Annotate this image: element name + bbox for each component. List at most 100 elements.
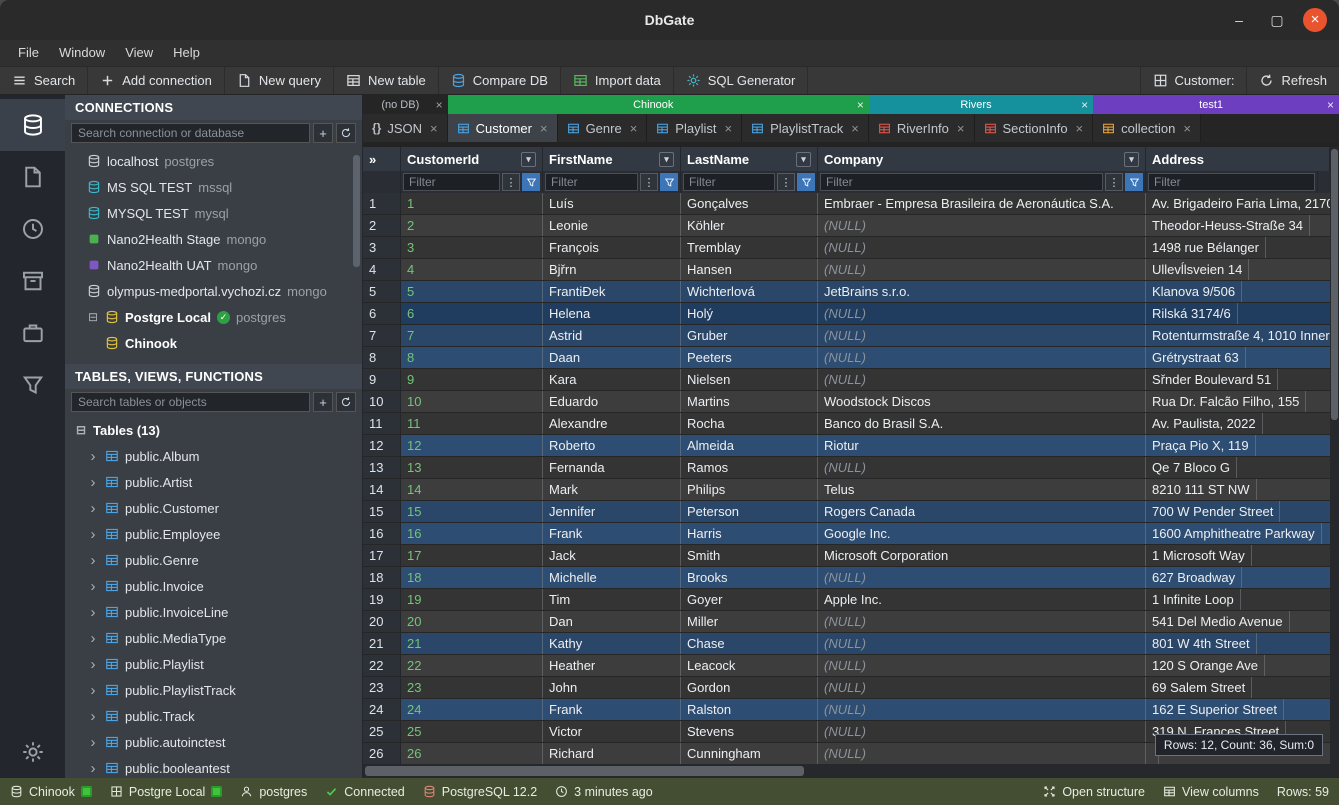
cell-lastname[interactable]: Hansen	[681, 259, 818, 280]
tab-riverinfo[interactable]: RiverInfo×	[869, 114, 975, 142]
cell-address[interactable]: Theodor-Heuss-Straße 34	[1146, 215, 1310, 236]
cell-firstname[interactable]: Mark	[543, 479, 681, 500]
collapse-icon[interactable]: ⊟	[75, 423, 87, 437]
table-row[interactable]: 22LeonieKöhler(NULL)Theodor-Heuss-Straße…	[363, 215, 1339, 237]
nav-history[interactable]	[0, 203, 65, 255]
cell-customerid[interactable]: 9	[401, 369, 543, 390]
table-row[interactable]: 2222HeatherLeacock(NULL)120 S Orange Ave	[363, 655, 1339, 677]
cell-address[interactable]: Rilská 3174/6	[1146, 303, 1238, 324]
menu-file[interactable]: File	[8, 40, 49, 66]
expand-icon[interactable]: ›	[87, 606, 99, 619]
cell-address[interactable]: 700 W Pender Street	[1146, 501, 1280, 522]
filter-funnel-button[interactable]	[1125, 173, 1143, 191]
connection-item-localhost[interactable]: localhostpostgres	[65, 148, 362, 174]
cell-customerid[interactable]: 24	[401, 699, 543, 720]
cell-address[interactable]: Qe 7 Bloco G	[1146, 457, 1237, 478]
close-tab-icon[interactable]: ×	[851, 121, 859, 136]
toolbar-compare-db[interactable]: Compare DB	[439, 67, 561, 94]
table-item-public-customer[interactable]: ›public.Customer	[65, 495, 362, 521]
cell-address[interactable]: 120 S Orange Ave	[1146, 655, 1265, 676]
close-group-icon[interactable]: ×	[436, 98, 443, 112]
close-tab-icon[interactable]: ×	[1183, 121, 1191, 136]
cell-customerid[interactable]: 3	[401, 237, 543, 258]
cell-firstname[interactable]: Astrid	[543, 325, 681, 346]
table-row[interactable]: 1212RobertoAlmeidaRioturPraça Pio X, 119	[363, 435, 1339, 457]
expand-icon[interactable]: ›	[87, 710, 99, 723]
cell-company[interactable]: (NULL)	[818, 369, 1146, 390]
cell-lastname[interactable]: Peeters	[681, 347, 818, 368]
cell-firstname[interactable]: Frank	[543, 699, 681, 720]
cell-lastname[interactable]: Gordon	[681, 677, 818, 698]
column-header-address[interactable]: Address	[1146, 147, 1330, 171]
cell-customerid[interactable]: 7	[401, 325, 543, 346]
cell-customerid[interactable]: 2	[401, 215, 543, 236]
filter-funnel-button[interactable]	[522, 173, 540, 191]
filter-menu-button[interactable]: ⋮	[502, 173, 520, 191]
cell-customerid[interactable]: 14	[401, 479, 543, 500]
cell-address[interactable]: 1600 Amphitheatre Parkway	[1146, 523, 1322, 544]
expand-icon[interactable]: ›	[87, 580, 99, 593]
tables-search-input[interactable]	[71, 392, 310, 412]
table-row[interactable]: 44BjřrnHansen(NULL)Ullevĺlsveien 14	[363, 259, 1339, 281]
cell-lastname[interactable]: Nielsen	[681, 369, 818, 390]
status-connected[interactable]: Connected	[325, 785, 404, 799]
expand-icon[interactable]: ›	[87, 554, 99, 567]
filter-input-firstname[interactable]	[545, 173, 638, 191]
table-row[interactable]: 88DaanPeeters(NULL)Grétrystraat 63	[363, 347, 1339, 369]
cell-company[interactable]: (NULL)	[818, 215, 1146, 236]
table-item-public-playlisttrack[interactable]: ›public.PlaylistTrack	[65, 677, 362, 703]
cell-firstname[interactable]: Daan	[543, 347, 681, 368]
cell-lastname[interactable]: Philips	[681, 479, 818, 500]
cell-firstname[interactable]: François	[543, 237, 681, 258]
connection-item-nano2health-uat[interactable]: Nano2Health UATmongo	[65, 252, 362, 278]
cell-firstname[interactable]: Richard	[543, 743, 681, 764]
filter-input-company[interactable]	[820, 173, 1103, 191]
toolbar-refresh[interactable]: Refresh	[1246, 67, 1339, 94]
cell-customerid[interactable]: 6	[401, 303, 543, 324]
toolbar-new-table[interactable]: New table	[334, 67, 439, 94]
status-postgresql-12-2[interactable]: PostgreSQL 12.2	[423, 785, 537, 799]
table-item-public-playlist[interactable]: ›public.Playlist	[65, 651, 362, 677]
cell-lastname[interactable]: Harris	[681, 523, 818, 544]
close-tab-icon[interactable]: ×	[430, 121, 438, 136]
close-tab-icon[interactable]: ×	[957, 121, 965, 136]
close-tab-icon[interactable]: ×	[630, 121, 638, 136]
expand-icon[interactable]: ›	[87, 476, 99, 489]
tab-group-band[interactable]: Chinook×	[448, 95, 869, 114]
cell-customerid[interactable]: 8	[401, 347, 543, 368]
connection-item-chinook[interactable]: Chinook	[65, 330, 362, 356]
cell-firstname[interactable]: Michelle	[543, 567, 681, 588]
table-row[interactable]: 55FrantiĐekWichterlováJetBrains s.r.o.Kl…	[363, 281, 1339, 303]
cell-customerid[interactable]: 22	[401, 655, 543, 676]
cell-lastname[interactable]: Peterson	[681, 501, 818, 522]
connection-item-postgre-local[interactable]: ⊟Postgre Local✓postgres	[65, 304, 362, 330]
cell-address[interactable]: Klanova 9/506	[1146, 281, 1242, 302]
cell-lastname[interactable]: Holý	[681, 303, 818, 324]
close-tab-icon[interactable]: ×	[724, 121, 732, 136]
cell-company[interactable]: JetBrains s.r.o.	[818, 281, 1146, 302]
close-group-icon[interactable]: ×	[1327, 98, 1334, 112]
nav-connections[interactable]	[0, 99, 65, 151]
cell-company[interactable]: Google Inc.	[818, 523, 1146, 544]
filter-menu-button[interactable]: ⋮	[777, 173, 795, 191]
toolbar-customer[interactable]: Customer:	[1140, 67, 1247, 94]
close-tab-icon[interactable]: ×	[540, 121, 548, 136]
connection-search-input[interactable]	[71, 123, 310, 143]
table-row[interactable]: 77AstridGruber(NULL)Rotenturmstraße 4, 1…	[363, 325, 1339, 347]
cell-lastname[interactable]: Goyer	[681, 589, 818, 610]
cell-customerid[interactable]: 4	[401, 259, 543, 280]
tab-sectioninfo[interactable]: SectionInfo×	[975, 114, 1094, 142]
table-row[interactable]: 1515JenniferPetersonRogers Canada700 W P…	[363, 501, 1339, 523]
cell-lastname[interactable]: Rocha	[681, 413, 818, 434]
table-row[interactable]: 1616FrankHarrisGoogle Inc.1600 Amphithea…	[363, 523, 1339, 545]
horizontal-scroll-thumb[interactable]	[365, 766, 804, 776]
expand-icon[interactable]: ›	[87, 762, 99, 775]
table-item-public-autoinctest[interactable]: ›public.autoinctest	[65, 729, 362, 755]
tab-group-band[interactable]: (no DB)×	[363, 95, 448, 114]
table-row[interactable]: 99KaraNielsen(NULL)Sřnder Boulevard 51	[363, 369, 1339, 391]
cell-firstname[interactable]: Tim	[543, 589, 681, 610]
table-row[interactable]: 1919TimGoyerApple Inc.1 Infinite Loop	[363, 589, 1339, 611]
cell-firstname[interactable]: Bjřrn	[543, 259, 681, 280]
cell-lastname[interactable]: Cunningham	[681, 743, 818, 764]
column-header-company[interactable]: Company▾	[818, 147, 1146, 171]
